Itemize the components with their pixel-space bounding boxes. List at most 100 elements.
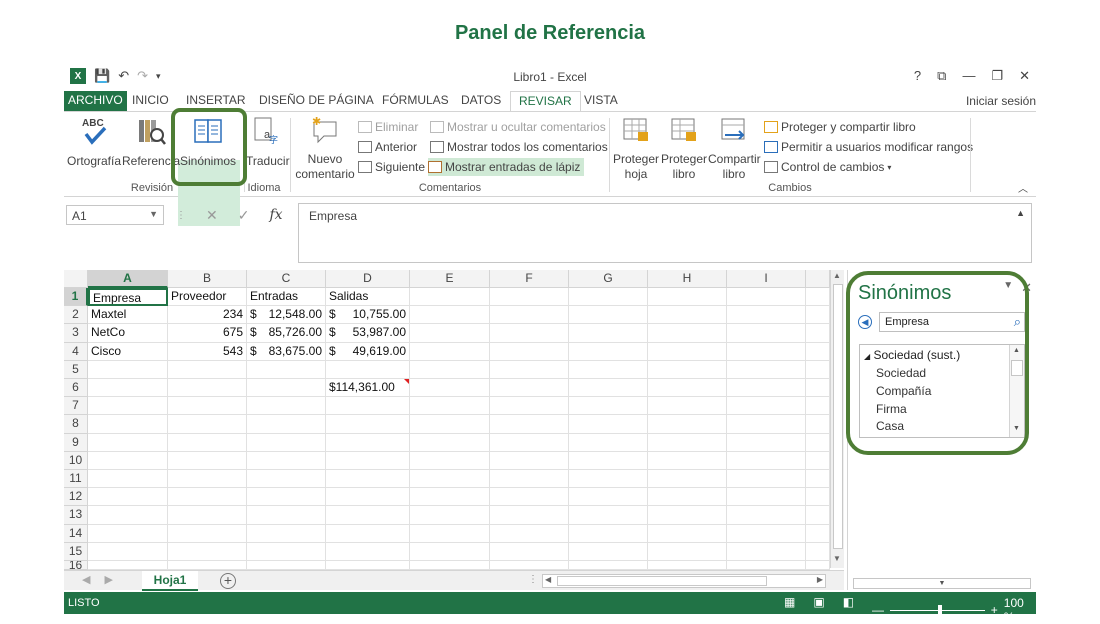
page-layout-view-icon[interactable]: ▣ bbox=[813, 595, 824, 609]
grid-cell[interactable] bbox=[490, 342, 569, 361]
grid-cell[interactable] bbox=[806, 561, 830, 570]
grid-cell[interactable] bbox=[727, 451, 806, 470]
grid-cell[interactable] bbox=[806, 433, 830, 452]
tab-archivo[interactable]: ARCHIVO bbox=[64, 91, 127, 112]
grid-cell[interactable] bbox=[168, 542, 247, 561]
grid-cell[interactable] bbox=[727, 542, 806, 561]
grid-cell[interactable] bbox=[168, 488, 247, 507]
grid-cell[interactable] bbox=[168, 470, 247, 489]
grid-cell[interactable] bbox=[569, 324, 648, 343]
cell-b2[interactable]: 234 bbox=[168, 306, 247, 325]
cell-a2[interactable]: Maxtel bbox=[88, 306, 168, 325]
row-header-10[interactable]: 10 bbox=[64, 451, 88, 470]
cell-b1[interactable]: Proveedor bbox=[168, 288, 247, 307]
grid-cell[interactable] bbox=[648, 306, 727, 325]
confirm-entry-icon[interactable]: ✓ bbox=[238, 207, 250, 224]
grid-cell[interactable] bbox=[727, 524, 806, 543]
cell-b4[interactable]: 543 bbox=[168, 342, 247, 361]
grid-cell[interactable] bbox=[410, 415, 490, 434]
grid-cell[interactable] bbox=[490, 524, 569, 543]
grid-cell[interactable] bbox=[326, 561, 410, 570]
grid-cell[interactable] bbox=[326, 524, 410, 543]
grid-cell[interactable] bbox=[727, 397, 806, 416]
grid-cell[interactable] bbox=[410, 288, 490, 307]
help-icon[interactable]: ? bbox=[914, 68, 921, 84]
grid-cell[interactable] bbox=[247, 397, 326, 416]
grid-cell[interactable] bbox=[88, 397, 168, 416]
grid-cell[interactable] bbox=[88, 433, 168, 452]
row-header-13[interactable]: 13 bbox=[64, 506, 88, 525]
grid-cell[interactable] bbox=[490, 542, 569, 561]
grid-cell[interactable] bbox=[326, 488, 410, 507]
grid-cell[interactable] bbox=[247, 524, 326, 543]
column-header-h[interactable]: H bbox=[648, 270, 727, 288]
column-header-d[interactable]: D bbox=[326, 270, 410, 288]
row-header-9[interactable]: 9 bbox=[64, 433, 88, 452]
proteger-libro-button[interactable]: Proteger libro bbox=[660, 116, 708, 182]
pane-hscroll[interactable]: ▼ bbox=[853, 578, 1031, 589]
tab-diseno-de-pagina[interactable]: DISEÑO DE PÁGINA bbox=[251, 91, 382, 112]
grid-cell[interactable] bbox=[569, 506, 648, 525]
control-cambios-button[interactable]: Control de cambios ▾ bbox=[764, 158, 891, 176]
grid-cell[interactable] bbox=[168, 561, 247, 570]
grid-cell[interactable] bbox=[648, 561, 727, 570]
grid-cell[interactable] bbox=[326, 360, 410, 379]
ribbon-display-icon[interactable]: ⧉ bbox=[937, 68, 946, 84]
grid-cell[interactable] bbox=[168, 397, 247, 416]
grid-cell[interactable] bbox=[648, 288, 727, 307]
grid-cell[interactable] bbox=[490, 488, 569, 507]
grid-cell[interactable] bbox=[648, 488, 727, 507]
grid-cell[interactable] bbox=[326, 470, 410, 489]
grid-cell[interactable] bbox=[727, 324, 806, 343]
grid-cell[interactable] bbox=[727, 433, 806, 452]
grid-cell[interactable] bbox=[569, 451, 648, 470]
grid-cell[interactable] bbox=[247, 415, 326, 434]
grid-cell[interactable] bbox=[727, 342, 806, 361]
column-header-g[interactable]: G bbox=[569, 270, 648, 288]
row-header-15[interactable]: 15 bbox=[64, 542, 88, 561]
grid-cell[interactable] bbox=[569, 397, 648, 416]
zoom-out-icon[interactable]: — bbox=[872, 603, 884, 617]
grid-cell[interactable] bbox=[88, 542, 168, 561]
scroll-up-icon[interactable]: ▲ bbox=[833, 271, 841, 280]
formula-input[interactable]: Empresa ▲ bbox=[298, 203, 1032, 263]
grid-cell[interactable] bbox=[410, 470, 490, 489]
scroll-down-icon[interactable]: ▼ bbox=[833, 554, 841, 563]
grid-cell[interactable] bbox=[648, 397, 727, 416]
zoom-slider-thumb[interactable] bbox=[938, 604, 942, 615]
grid-cell[interactable] bbox=[410, 379, 490, 398]
restore-icon[interactable]: ❐ bbox=[991, 68, 1003, 84]
tab-revisar[interactable]: REVISAR bbox=[510, 91, 581, 112]
row-header-7[interactable]: 7 bbox=[64, 397, 88, 416]
grid-cell[interactable] bbox=[648, 415, 727, 434]
grid-cell[interactable] bbox=[410, 324, 490, 343]
tab-datos[interactable]: DATOS bbox=[453, 91, 509, 112]
insert-function-icon[interactable]: fx bbox=[269, 207, 282, 223]
zoom-in-icon[interactable]: + bbox=[991, 603, 998, 617]
grid-cell[interactable] bbox=[806, 542, 830, 561]
sheet-next-icon[interactable]: ▶ bbox=[104, 573, 112, 586]
grid-cell[interactable] bbox=[806, 415, 830, 434]
grid-cell[interactable] bbox=[569, 379, 648, 398]
grid-cell[interactable] bbox=[247, 470, 326, 489]
grid-cell[interactable] bbox=[168, 451, 247, 470]
column-header-c[interactable]: C bbox=[247, 270, 326, 288]
eliminar-comentario-button[interactable]: Eliminar bbox=[358, 118, 418, 136]
grid-cell[interactable] bbox=[727, 415, 806, 434]
proteger-hoja-button[interactable]: Proteger hoja bbox=[612, 116, 660, 182]
grid-cell[interactable] bbox=[326, 451, 410, 470]
grid-cell[interactable] bbox=[247, 542, 326, 561]
scroll-left-icon[interactable]: ◀ bbox=[545, 575, 551, 584]
grid-cell[interactable] bbox=[806, 306, 830, 325]
row-header-14[interactable]: 14 bbox=[64, 524, 88, 543]
grid-cell[interactable] bbox=[648, 506, 727, 525]
grid-cell[interactable] bbox=[648, 342, 727, 361]
mostrar-entradas-lapiz-button[interactable]: Mostrar entradas de lápiz bbox=[428, 158, 585, 176]
grid-cell[interactable] bbox=[326, 397, 410, 416]
cancel-entry-icon[interactable]: ✕ bbox=[206, 207, 218, 224]
grid-cell[interactable] bbox=[168, 415, 247, 434]
nuevo-comentario-button[interactable]: ✱ Nuevo comentario bbox=[293, 115, 357, 182]
row-header-16[interactable]: 16 bbox=[64, 561, 88, 570]
grid-cell[interactable] bbox=[326, 506, 410, 525]
grid-cell[interactable] bbox=[247, 561, 326, 570]
